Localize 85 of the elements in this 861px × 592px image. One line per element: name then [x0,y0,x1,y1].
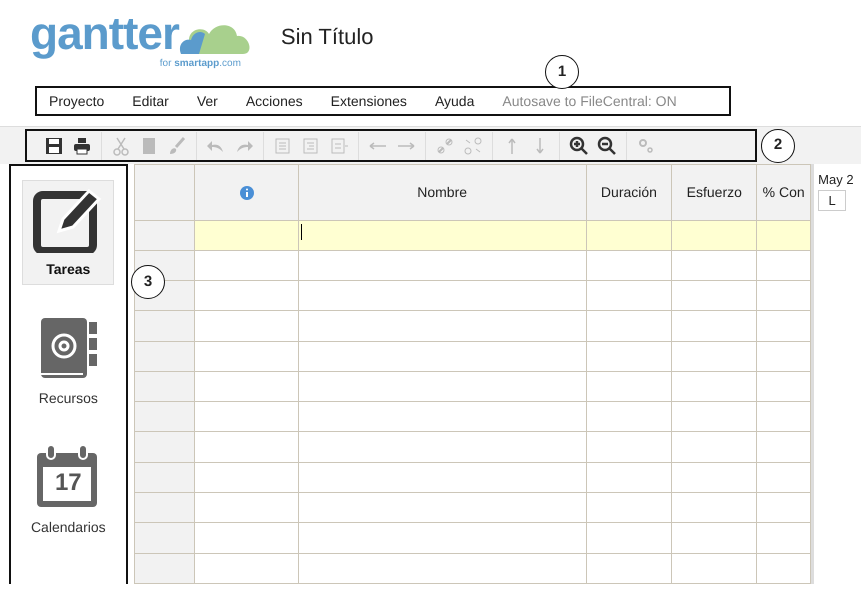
table-cell[interactable] [298,432,586,462]
autosave-status: Autosave to FileCentral: ON [502,92,677,110]
table-cell[interactable] [586,310,672,342]
table-cell[interactable] [756,522,811,554]
column-header[interactable]: % Con [756,164,811,220]
logo-tagline: for smartapp.com [160,58,241,71]
callout-marker: 2 [761,128,795,162]
document-title: Sin Título [280,23,374,51]
table-cell[interactable] [298,553,586,584]
table-cell[interactable] [756,310,811,342]
menu-item[interactable]: Ayuda [434,90,474,112]
table-cell[interactable] [756,462,811,493]
table-cell[interactable] [298,402,586,432]
table-cell[interactable] [586,280,672,311]
table-cell[interactable] [194,310,298,342]
text-cursor [300,224,302,240]
gantt-day: L [818,190,846,211]
table-cell[interactable] [672,462,757,493]
table-cell[interactable] [194,250,298,281]
table-cell[interactable] [672,522,757,554]
table-cell[interactable] [756,220,811,250]
info-icon [238,185,255,202]
table-cell[interactable] [194,341,298,372]
column-header[interactable]: Duración [586,164,672,220]
table-cell[interactable] [298,462,586,493]
table-cell[interactable] [586,462,672,493]
table-cell[interactable] [586,402,672,432]
table-cell[interactable] [672,553,757,584]
table-cell[interactable] [298,250,586,281]
table-cell[interactable] [672,250,757,281]
column-header[interactable]: Nombre [298,164,586,220]
table-cell[interactable] [756,553,811,584]
table-cell[interactable] [756,280,811,311]
table-cell[interactable] [672,371,757,402]
zoom-in-icon[interactable] [568,134,590,156]
gantt-month: May 2 [817,171,855,189]
table-cell[interactable] [194,220,298,250]
menu-item[interactable]: Extensiones [330,90,407,112]
table-cell[interactable] [756,402,811,432]
table-cell[interactable] [194,371,298,402]
table-cell[interactable] [586,220,672,250]
table-cell[interactable] [298,371,586,402]
table-cell[interactable] [586,341,672,372]
table-cell[interactable] [586,553,672,584]
zoom-out-icon[interactable] [596,134,618,156]
table-cell[interactable] [586,250,672,281]
table-cell[interactable] [672,341,757,372]
sidebar-item[interactable]: Tareas [22,180,114,285]
table-cell[interactable] [756,492,811,523]
table-cell[interactable] [756,250,811,281]
table-cell[interactable] [586,432,672,462]
table-cell[interactable] [194,432,298,462]
table-cell[interactable] [586,522,672,554]
table-cell[interactable] [298,310,586,342]
table-cell[interactable] [586,371,672,402]
table-cell[interactable] [194,522,298,554]
table-cell[interactable] [672,432,757,462]
table-cell[interactable] [194,462,298,493]
table-cell[interactable] [298,220,586,250]
menu-item[interactable]: Acciones [246,90,303,112]
table-cell[interactable] [672,310,757,342]
table-cell[interactable] [756,341,811,372]
table-cell[interactable] [298,522,586,554]
table-cell[interactable] [672,280,757,311]
menu-item[interactable]: Editar [132,90,169,112]
table-cell[interactable] [756,432,811,462]
table-cell[interactable] [194,553,298,584]
table-cell[interactable] [194,280,298,311]
table-cell[interactable] [586,492,672,523]
callout-marker: 1 [545,55,579,89]
column-header[interactable]: Esfuerzo [672,164,757,220]
table-cell[interactable] [194,492,298,523]
table-cell[interactable] [194,402,298,432]
table-cell[interactable] [298,341,586,372]
menu-item[interactable]: Ver [196,90,218,112]
sidebar-item[interactable]: Recursos [22,309,114,414]
calendar-date: 17 [54,471,83,495]
table-cell[interactable] [672,220,757,250]
table-cell[interactable] [298,280,586,311]
table-cell[interactable] [756,371,811,402]
table-cell[interactable] [672,492,757,523]
table-cell[interactable] [672,402,757,432]
sidebar-item[interactable]: 17 Calendarios [22,438,114,543]
menu-item[interactable]: Proyecto [49,90,104,112]
table-cell[interactable] [298,492,586,523]
